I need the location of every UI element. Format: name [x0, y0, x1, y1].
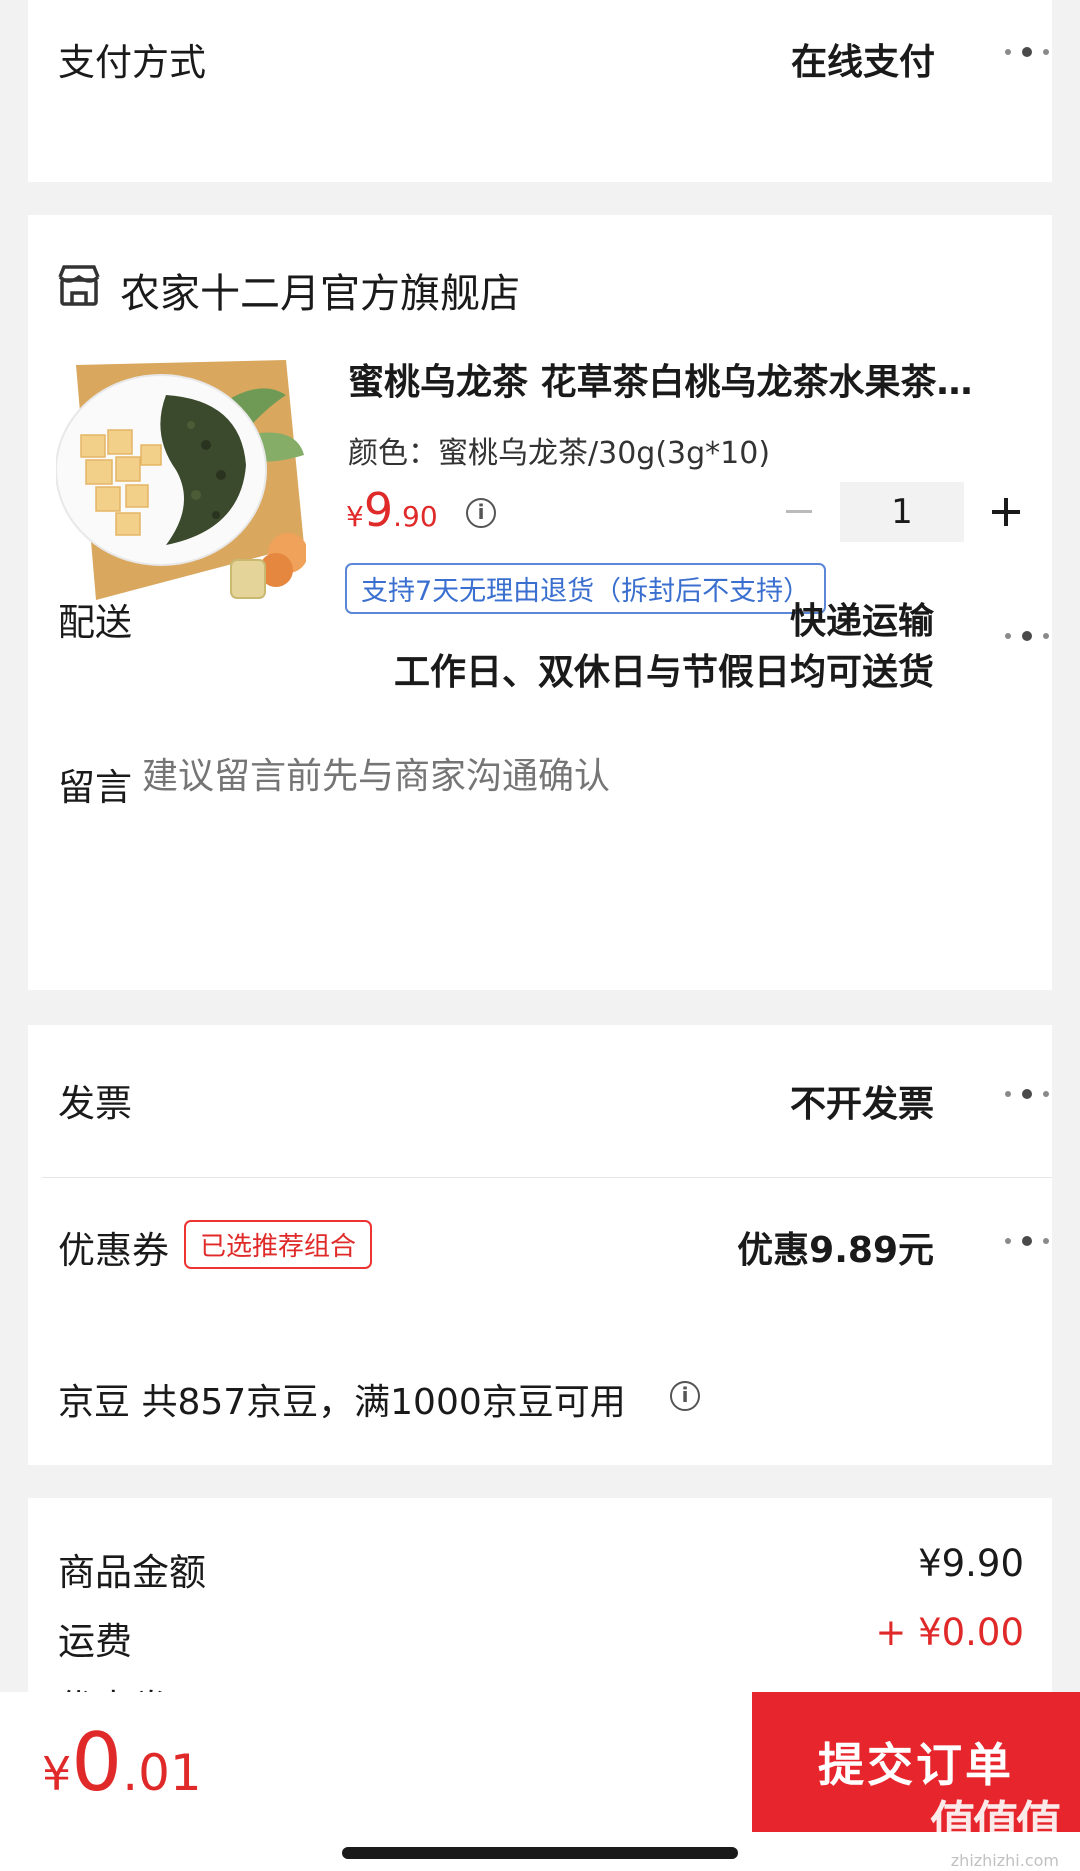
bottom-bar: ¥0.01 提交订单 值值值 zhizhizhi.com [0, 1692, 1080, 1871]
watermark: 值值值 zhizhizhi.com [930, 1787, 1062, 1870]
info-circle-icon[interactable]: i [466, 498, 496, 528]
coupon-value: 优惠9.89元 [737, 1230, 934, 1271]
product-spec[interactable]: 颜色：蜜桃乌龙茶/30g(3g*10) [348, 428, 770, 472]
delivery-label: 配送 [58, 601, 132, 644]
coupon-label: 优惠券 [58, 1229, 169, 1272]
product-image[interactable] [56, 355, 306, 605]
payment-card[interactable]: 支付方式 在线支付 [28, 0, 1052, 182]
more-dots-icon[interactable] [1005, 1089, 1049, 1099]
more-dots-icon[interactable] [1005, 631, 1049, 641]
home-indicator [342, 1847, 738, 1859]
product-price: ¥9.90 [346, 483, 438, 537]
total-decimal: .01 [122, 1744, 202, 1802]
product-title[interactable]: 蜜桃乌龙茶 花草茶白桃乌龙茶水果茶… [348, 353, 973, 405]
increment-button[interactable] [988, 494, 1024, 530]
invoice-value: 不开发票 [789, 1084, 934, 1125]
price-symbol: ¥ [346, 500, 364, 533]
summary-card: 商品金额 ¥9.90 运费 + ¥0.00 优惠券 [28, 1498, 1052, 1730]
invoice-coupon-card: 发票 不开发票 优惠券 已选推荐组合 优惠9.89元 京豆 共857京豆，满10… [28, 1025, 1052, 1465]
delivery-method: 快递运输 [789, 601, 934, 642]
watermark-logo: 值值值 [930, 1796, 1062, 1850]
jingdou-text: 京豆 共857京豆，满1000京豆可用 [58, 1382, 626, 1423]
goods-amount-value: ¥9.90 [918, 1542, 1024, 1585]
price-decimal: .90 [393, 500, 438, 533]
store-icon [58, 265, 100, 306]
return-policy-badge: 支持7天无理由退货（拆封后不支持） [345, 563, 827, 614]
more-dots-icon[interactable] [1005, 1236, 1049, 1246]
goods-amount-label: 商品金额 [58, 1551, 206, 1594]
shipping-label: 运费 [58, 1620, 132, 1663]
total-symbol: ¥ [42, 1747, 72, 1801]
coupon-tag: 已选推荐组合 [184, 1220, 373, 1269]
total-integer: 0 [71, 1716, 123, 1809]
shipping-value: + ¥0.00 [875, 1611, 1024, 1654]
payment-value: 在线支付 [791, 42, 936, 83]
message-input[interactable] [140, 745, 1004, 807]
submit-order-label: 提交订单 [818, 1738, 1014, 1792]
price-integer: 9 [363, 483, 394, 537]
coupon-row[interactable]: 优惠券 已选推荐组合 优惠9.89元 [28, 1178, 1052, 1318]
store-card: 农家十二月官方旗舰店 蜜桃乌龙茶 花草茶白桃乌龙茶水果茶… 颜色：蜜桃乌龙茶/3… [28, 215, 1052, 990]
delivery-schedule: 工作日、双休日与节假日均可送货 [393, 652, 934, 693]
tea-illustration [56, 355, 306, 605]
store-name[interactable]: 农家十二月官方旗舰店 [120, 261, 520, 319]
invoice-row[interactable]: 发票 不开发票 [28, 1025, 1052, 1177]
payment-label: 支付方式 [58, 41, 206, 84]
message-label: 留言 [58, 766, 132, 809]
order-total: ¥0.01 [42, 1716, 202, 1809]
info-circle-icon[interactable]: i [670, 1381, 700, 1411]
quantity-field[interactable]: 1 [840, 482, 964, 542]
more-dots-icon[interactable] [1005, 47, 1049, 57]
watermark-url: zhizhizhi.com [950, 1851, 1059, 1870]
decrement-button[interactable] [786, 510, 812, 513]
quantity-stepper: 1 [746, 482, 1046, 542]
invoice-label: 发票 [58, 1082, 132, 1125]
